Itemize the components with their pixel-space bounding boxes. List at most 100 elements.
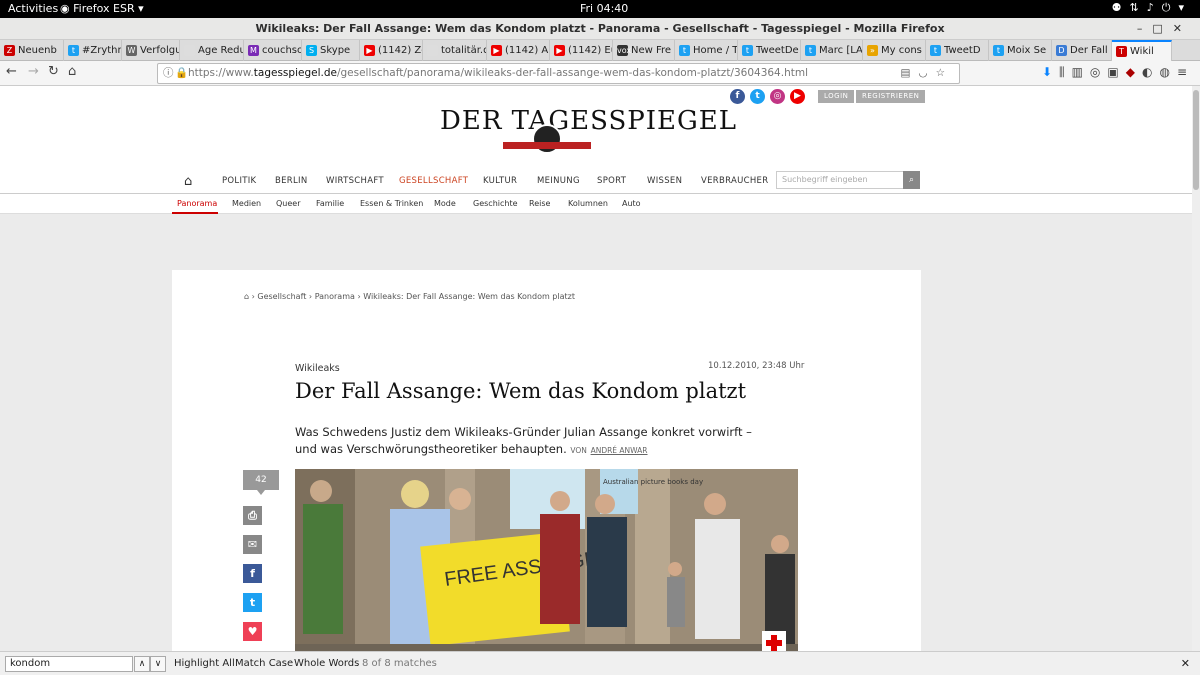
- breadcrumb-panorama[interactable]: Panorama: [315, 292, 355, 301]
- reader-view-icon[interactable]: ▤: [900, 67, 918, 79]
- tab-2[interactable]: W Verfolgu: [122, 40, 180, 61]
- activities-button[interactable]: Activities: [8, 2, 58, 15]
- forward-icon[interactable]: →: [28, 64, 39, 79]
- nav-meinung[interactable]: MEINUNG: [537, 176, 580, 186]
- tab-0[interactable]: Z Neuenb: [0, 40, 64, 61]
- url-bar[interactable]: ⓘ 🔒 https://www.tagesspiegel.de/gesellsc…: [157, 63, 960, 84]
- home-nav-icon[interactable]: ⌂: [184, 174, 192, 189]
- nav-kultur[interactable]: KULTUR: [483, 176, 517, 186]
- app-menu[interactable]: ◉ Firefox ESR ▾: [60, 2, 144, 15]
- nav-sport[interactable]: SPORT: [597, 176, 626, 186]
- tab-15[interactable]: t TweetD: [926, 40, 989, 61]
- subnav-familie[interactable]: Familie: [316, 199, 344, 208]
- match-case-toggle[interactable]: Match Case: [235, 658, 293, 669]
- tab-11[interactable]: t Home / T: [675, 40, 738, 61]
- scrollbar-thumb[interactable]: [1193, 90, 1199, 190]
- window-controls[interactable]: –□✕: [1137, 18, 1192, 40]
- menu-icon[interactable]: ≡: [1177, 65, 1194, 79]
- tab-12[interactable]: t TweetDe: [738, 40, 801, 61]
- nav-politik[interactable]: POLITIK: [222, 176, 256, 186]
- tab-4[interactable]: Mcouchsof: [244, 40, 302, 61]
- subnav-mode[interactable]: Mode: [434, 199, 456, 208]
- tab-5[interactable]: S Skype: [302, 40, 360, 61]
- highlight-all-toggle[interactable]: Highlight All: [174, 658, 235, 669]
- clock[interactable]: Fri 04:40: [580, 2, 628, 15]
- info-icon[interactable]: ⓘ: [163, 64, 174, 83]
- find-next-icon[interactable]: ∨: [150, 656, 166, 672]
- subnav-queer[interactable]: Queer: [276, 199, 301, 208]
- site-search-input[interactable]: Suchbegriff eingeben: [776, 171, 904, 189]
- login-button[interactable]: LOGIN: [818, 90, 855, 103]
- breadcrumb-gesellschaft[interactable]: Gesellschaft: [257, 292, 306, 301]
- accessibility-icon[interactable]: ⚉: [1112, 1, 1130, 14]
- breadcrumb-home-icon[interactable]: ⌂: [244, 292, 249, 301]
- volume-icon[interactable]: ♪: [1147, 1, 1162, 14]
- bookmark-star-icon[interactable]: ☆: [936, 67, 953, 79]
- tab-18[interactable]: T Wikil: [1112, 40, 1172, 61]
- youtube-icon[interactable]: ▶: [790, 89, 805, 104]
- close-findbar-icon[interactable]: ✕: [1181, 657, 1190, 670]
- print-icon[interactable]: ⎙: [243, 506, 262, 525]
- lock-icon[interactable]: 🔒: [175, 64, 188, 83]
- maximize-icon[interactable]: □: [1152, 22, 1172, 35]
- subnav-kolumnen[interactable]: Kolumnen: [568, 199, 608, 208]
- page-scrollbar[interactable]: [1192, 86, 1200, 651]
- library-icon[interactable]: ⫼: [1059, 65, 1072, 79]
- account-icon[interactable]: ◎: [1090, 65, 1107, 79]
- search-icon[interactable]: ⌕: [903, 171, 920, 189]
- subnav-auto[interactable]: Auto: [622, 199, 641, 208]
- tab-9[interactable]: ▶(1142) Eu: [550, 40, 613, 61]
- tab-14[interactable]: » My cons: [863, 40, 926, 61]
- nav-wissen[interactable]: WISSEN: [647, 176, 682, 186]
- author-link[interactable]: ANDRÉ ANWAR: [591, 446, 648, 455]
- email-icon[interactable]: ✉: [243, 535, 262, 554]
- subnav-medien[interactable]: Medien: [232, 199, 261, 208]
- subnav-panorama[interactable]: Panorama: [177, 199, 217, 208]
- find-previous-icon[interactable]: ∧: [134, 656, 150, 672]
- tab-3[interactable]: Age Reducti: [180, 40, 244, 61]
- tab-10[interactable]: vox New Fre: [613, 40, 675, 61]
- whole-words-toggle[interactable]: Whole Words: [294, 658, 359, 669]
- toolbar-icons[interactable]: ⬇⫼▥◎▣◆◐◍≡: [1042, 65, 1194, 80]
- back-icon[interactable]: ←: [6, 64, 17, 79]
- tab-17[interactable]: D Der Fall: [1052, 40, 1112, 61]
- network-icon[interactable]: ⇅: [1130, 1, 1147, 14]
- pocket-share-icon[interactable]: ♥: [243, 622, 262, 641]
- tab-1[interactable]: t#Zrythm: [64, 40, 122, 61]
- close-window-icon[interactable]: ✕: [1173, 22, 1192, 35]
- tab-6[interactable]: ▶(1142) Ze: [360, 40, 423, 61]
- home-icon[interactable]: ⌂: [68, 64, 76, 79]
- reload-icon[interactable]: ↻: [48, 64, 59, 79]
- power-icon[interactable]: ⏻: [1162, 1, 1179, 14]
- tab-16[interactable]: t Moix Se: [989, 40, 1052, 61]
- instagram-icon[interactable]: ◎: [770, 89, 785, 104]
- nav-berlin[interactable]: BERLIN: [275, 176, 308, 186]
- extension3-icon[interactable]: ◍: [1159, 65, 1176, 79]
- ublock-icon[interactable]: ◆: [1126, 65, 1142, 79]
- tab-13[interactable]: t Marc [LA: [801, 40, 863, 61]
- subnav-reise[interactable]: Reise: [529, 199, 550, 208]
- nav-verbraucher[interactable]: VERBRAUCHER: [701, 176, 768, 186]
- facebook-icon[interactable]: f: [730, 89, 745, 104]
- downloads-icon[interactable]: ⬇: [1042, 65, 1059, 79]
- nav-wirtschaft[interactable]: WIRTSCHAFT: [326, 176, 384, 186]
- subnav-essen-trinken[interactable]: Essen & Trinken: [360, 199, 423, 208]
- comment-count-badge[interactable]: 42: [243, 470, 279, 495]
- pocket-icon[interactable]: ◡: [918, 67, 935, 79]
- site-logo[interactable]: DER TAGESSPIEGEL: [440, 106, 737, 136]
- system-tray[interactable]: ⚉⇅♪⏻▾: [1112, 1, 1192, 15]
- tab-8[interactable]: ▶ (1142) Al: [487, 40, 550, 61]
- subnav-geschichte[interactable]: Geschichte: [473, 199, 518, 208]
- twitter-icon[interactable]: t: [750, 89, 765, 104]
- extension-icon[interactable]: ▣: [1107, 65, 1125, 79]
- sidebar-icon[interactable]: ▥: [1072, 65, 1090, 79]
- tab-7[interactable]: totalitär.de: [423, 40, 487, 61]
- facebook-share-icon[interactable]: f: [243, 564, 262, 583]
- minimize-icon[interactable]: –: [1137, 22, 1153, 35]
- register-button[interactable]: REGISTRIEREN: [856, 90, 926, 103]
- extension2-icon[interactable]: ◐: [1142, 65, 1159, 79]
- url-actions[interactable]: ▤◡☆: [900, 64, 953, 83]
- nav-gesellschaft[interactable]: GESELLSCHAFT: [399, 176, 468, 186]
- twitter-share-icon[interactable]: t: [243, 593, 262, 612]
- find-input[interactable]: kondom: [5, 656, 133, 672]
